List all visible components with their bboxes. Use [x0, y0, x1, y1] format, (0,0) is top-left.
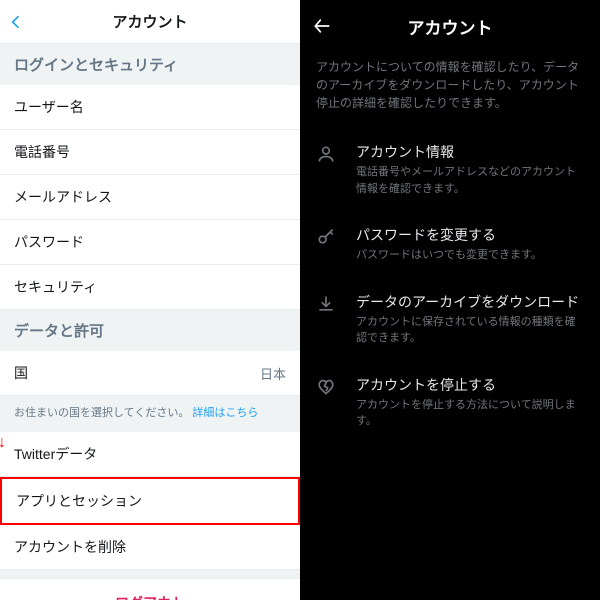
item-change-password[interactable]: パスワードを変更する パスワードはいつでも変更できます。	[300, 211, 600, 278]
row-country[interactable]: 国 日本	[0, 351, 300, 396]
back-chevron-icon[interactable]	[8, 0, 24, 43]
country-note: お住まいの国を選択してください。 詳細はこちら	[0, 396, 300, 432]
person-icon	[316, 142, 338, 197]
header: アカウント	[0, 0, 300, 44]
item-subtitle: アカウントを停止する方法について説明します。	[356, 397, 584, 430]
account-settings-light: アカウント ログインとセキュリティ ユーザー名 電話番号 メールアドレス パスワ…	[0, 0, 300, 600]
download-icon	[316, 292, 338, 347]
key-icon	[316, 225, 338, 264]
page-description: アカウントについての情報を確認したり、データのアーカイブをダウンロードしたり、ア…	[300, 52, 600, 128]
account-settings-dark: アカウント アカウントについての情報を確認したり、データのアーカイブをダウンロー…	[300, 0, 600, 600]
logout-button[interactable]: ログアウト	[0, 578, 300, 600]
row-label: ユーザー名	[14, 97, 84, 117]
row-label: Twitterデータ	[14, 444, 97, 464]
section-login-security: ログインとセキュリティ	[0, 44, 300, 85]
row-label: アプリとセッション	[16, 491, 142, 511]
page-title: アカウント	[408, 14, 493, 39]
back-arrow-icon[interactable]	[312, 0, 332, 52]
item-title: アカウント情報	[356, 142, 584, 162]
item-subtitle: パスワードはいつでも変更できます。	[356, 247, 584, 264]
row-twitter-data[interactable]: Twitterデータ	[0, 432, 300, 477]
row-apps-sessions[interactable]: アプリとセッション	[0, 477, 300, 525]
row-phone[interactable]: 電話番号	[0, 130, 300, 175]
item-subtitle: アカウントに保存されている情報の種類を確認できます。	[356, 314, 584, 347]
row-label: セキュリティ	[14, 277, 97, 297]
country-note-link[interactable]: 詳細はこちら	[192, 407, 258, 419]
row-password[interactable]: パスワード	[0, 220, 300, 265]
row-value: 日本	[260, 364, 286, 383]
item-account-info[interactable]: アカウント情報 電話番号やメールアドレスなどのアカウント情報を確認できます。	[300, 128, 600, 211]
header: アカウント	[300, 0, 600, 52]
item-title: データのアーカイブをダウンロード	[356, 292, 584, 312]
row-label: 国	[14, 363, 28, 383]
page-title: アカウント	[112, 11, 187, 32]
row-security[interactable]: セキュリティ	[0, 265, 300, 310]
item-deactivate[interactable]: アカウントを停止する アカウントを停止する方法について説明します。	[300, 361, 600, 444]
item-subtitle: 電話番号やメールアドレスなどのアカウント情報を確認できます。	[356, 164, 584, 197]
row-email[interactable]: メールアドレス	[0, 175, 300, 220]
item-title: パスワードを変更する	[356, 225, 584, 245]
row-label: 電話番号	[14, 142, 70, 162]
arrow-down-icon: ↓	[0, 434, 6, 452]
row-username[interactable]: ユーザー名	[0, 85, 300, 130]
row-delete-account[interactable]: アカウントを削除	[0, 525, 300, 570]
row-label: パスワード	[14, 232, 84, 252]
heart-broken-icon	[316, 375, 338, 430]
item-download-archive[interactable]: データのアーカイブをダウンロード アカウントに保存されている情報の種類を確認でき…	[300, 278, 600, 361]
row-label: メールアドレス	[14, 187, 112, 207]
row-label: アカウントを削除	[14, 537, 126, 557]
item-title: アカウントを停止する	[356, 375, 584, 395]
section-data-permissions: データと許可	[0, 310, 300, 351]
